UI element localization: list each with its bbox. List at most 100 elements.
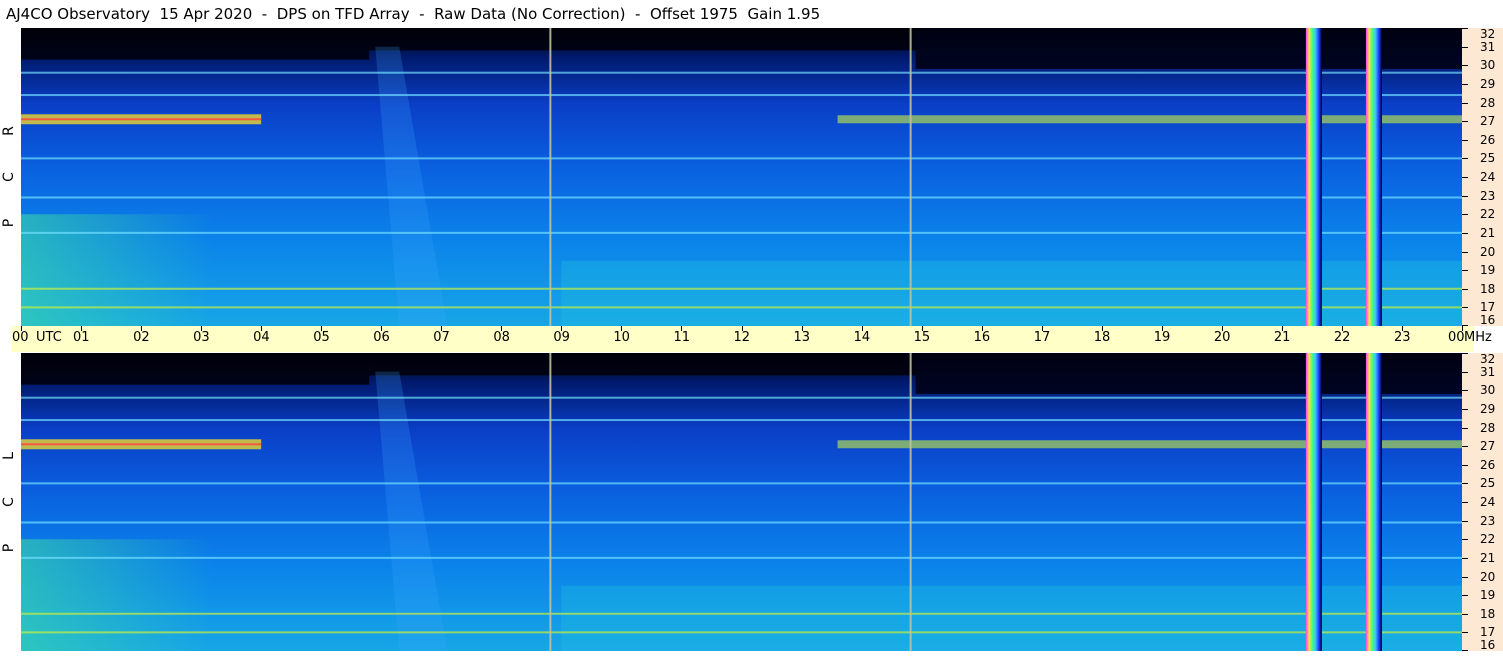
y-tick: [1462, 83, 1468, 85]
y-tick: [1462, 28, 1468, 29]
band-line-2: [21, 157, 1462, 160]
strong-band-core-left: [21, 118, 262, 121]
y-tick: [1462, 650, 1468, 651]
broadband-burst-0: [1305, 353, 1322, 651]
y-tick: [1462, 139, 1468, 141]
y-tick-label: 17: [1480, 300, 1496, 315]
y-tick-label: 32: [1480, 352, 1496, 366]
y-tick-label: 19: [1480, 588, 1496, 603]
lcp-spectrogram-svg: [21, 353, 1462, 651]
x-tick-label: 08: [493, 330, 510, 345]
broadband-burst-1: [1365, 28, 1382, 326]
band-line-0: [21, 396, 1462, 399]
y-tick-label: 26: [1480, 132, 1496, 147]
absorption-top-mid: [369, 28, 916, 51]
y-tick-label: 23: [1480, 513, 1496, 528]
y-tick-label: 27: [1480, 439, 1496, 454]
lcp-frequency-axis: 16 17 18 19 20 21 22 23 24 25 26 27 28 29 30 31 32: [1462, 353, 1503, 651]
y-tick-label: 20: [1480, 244, 1496, 259]
y-tick-label: 18: [1480, 606, 1496, 621]
x-tick-label: 10: [613, 330, 630, 345]
band-line-4: [21, 231, 1462, 234]
y-tick: [1462, 214, 1468, 216]
rcp-label: R C P: [0, 28, 18, 326]
y-tick: [1462, 288, 1468, 290]
x-tick-label: 14: [853, 330, 871, 345]
band-line-6: [21, 306, 1462, 309]
band-line-5: [21, 612, 1462, 615]
y-tick: [1462, 251, 1468, 253]
y-tick-label: 22: [1480, 207, 1496, 222]
y-tick-label: 29: [1480, 76, 1496, 91]
y-tick: [1462, 102, 1468, 104]
x-tick-label: 21: [1273, 330, 1291, 345]
y-tick-label: 17: [1480, 625, 1496, 640]
rcp-spectrogram: [21, 28, 1462, 326]
x-tick-label: 19: [1153, 330, 1171, 345]
absorption-top-left: [21, 353, 370, 385]
y-tick: [1462, 539, 1468, 541]
y-tick: [1462, 464, 1468, 466]
x-tick-label: 12: [733, 330, 751, 345]
y-tick: [1462, 353, 1468, 354]
x-tick-label: 00: [12, 330, 29, 345]
x-tick-label: 22: [1333, 330, 1351, 345]
y-tick-label: 16: [1480, 313, 1496, 327]
y-tick-label: 16: [1480, 638, 1496, 652]
band-line-1: [21, 419, 1462, 422]
x-tick-label: 03: [193, 330, 210, 345]
rcp-letter-r: R: [0, 126, 17, 136]
y-tick: [1462, 46, 1468, 48]
time-axis: 00 01 02 03 04 05 06 07 08 09 10 11 12 13 14 15 16 17 18 19…: [12, 326, 1492, 352]
x-tick-label: 20: [1213, 330, 1231, 345]
absorption-top-mid: [369, 353, 916, 376]
rcp-letter-c: C: [1, 172, 17, 182]
chart-title: AJ4CO Observatory 15 Apr 2020 - DPS on T…: [6, 5, 821, 23]
y-tick: [1462, 483, 1468, 485]
band-line-3: [21, 196, 1462, 199]
x-tick-label: 01: [73, 330, 90, 345]
y-tick-label: 24: [1480, 170, 1496, 184]
x-tick-label: 02: [133, 330, 150, 345]
y-tick-label: 25: [1480, 476, 1496, 491]
y-tick-label: 30: [1480, 383, 1496, 398]
x-tick-label: 18: [1093, 330, 1111, 345]
y-tick-label: 19: [1480, 263, 1496, 278]
x-tick-label: 17: [1033, 330, 1051, 345]
y-tick: [1462, 195, 1468, 197]
lowband-glow: [21, 539, 214, 651]
x-tick-label: 16: [973, 330, 991, 345]
plume: [375, 46, 448, 326]
y-tick: [1462, 158, 1468, 160]
strong-band-core-left: [21, 443, 262, 446]
y-tick-label: 21: [1480, 550, 1496, 565]
y-tick: [1462, 390, 1468, 392]
lcp-letter-c: C: [1, 497, 17, 507]
y-tick: [1462, 121, 1468, 123]
band-line-5: [21, 287, 1462, 290]
lcp-letter-l: L: [1, 452, 17, 460]
y-tick: [1462, 576, 1468, 578]
vertical-line-0: [549, 28, 552, 326]
y-tick-label: 31: [1480, 364, 1496, 379]
rcp-frequency-axis: 16 17 18 19 20 21 22 23 24 25 26 27 28 29 30 31 32: [1462, 28, 1503, 326]
y-tick: [1462, 613, 1468, 615]
band-line-1: [21, 94, 1462, 97]
y-tick: [1462, 520, 1468, 522]
broadband-burst-0: [1305, 28, 1322, 326]
x-tick-label: 00: [1448, 330, 1465, 345]
y-tick-label: 25: [1480, 151, 1496, 166]
x-tick-label: 23: [1393, 330, 1411, 345]
y-tick: [1462, 371, 1468, 373]
x-tick-label: 15: [913, 330, 931, 345]
x-tick-label: 06: [373, 330, 390, 345]
y-tick: [1462, 65, 1468, 67]
y-tick-label: 20: [1480, 569, 1496, 584]
y-tick-label: 30: [1480, 58, 1496, 73]
lcp-letter-p: P: [0, 543, 17, 553]
y-tick-label: 31: [1480, 39, 1496, 54]
y-tick: [1462, 502, 1468, 503]
vertical-line-1: [909, 353, 912, 651]
lcp-label: L C P: [0, 353, 18, 651]
y-tick-label: 18: [1480, 281, 1496, 296]
